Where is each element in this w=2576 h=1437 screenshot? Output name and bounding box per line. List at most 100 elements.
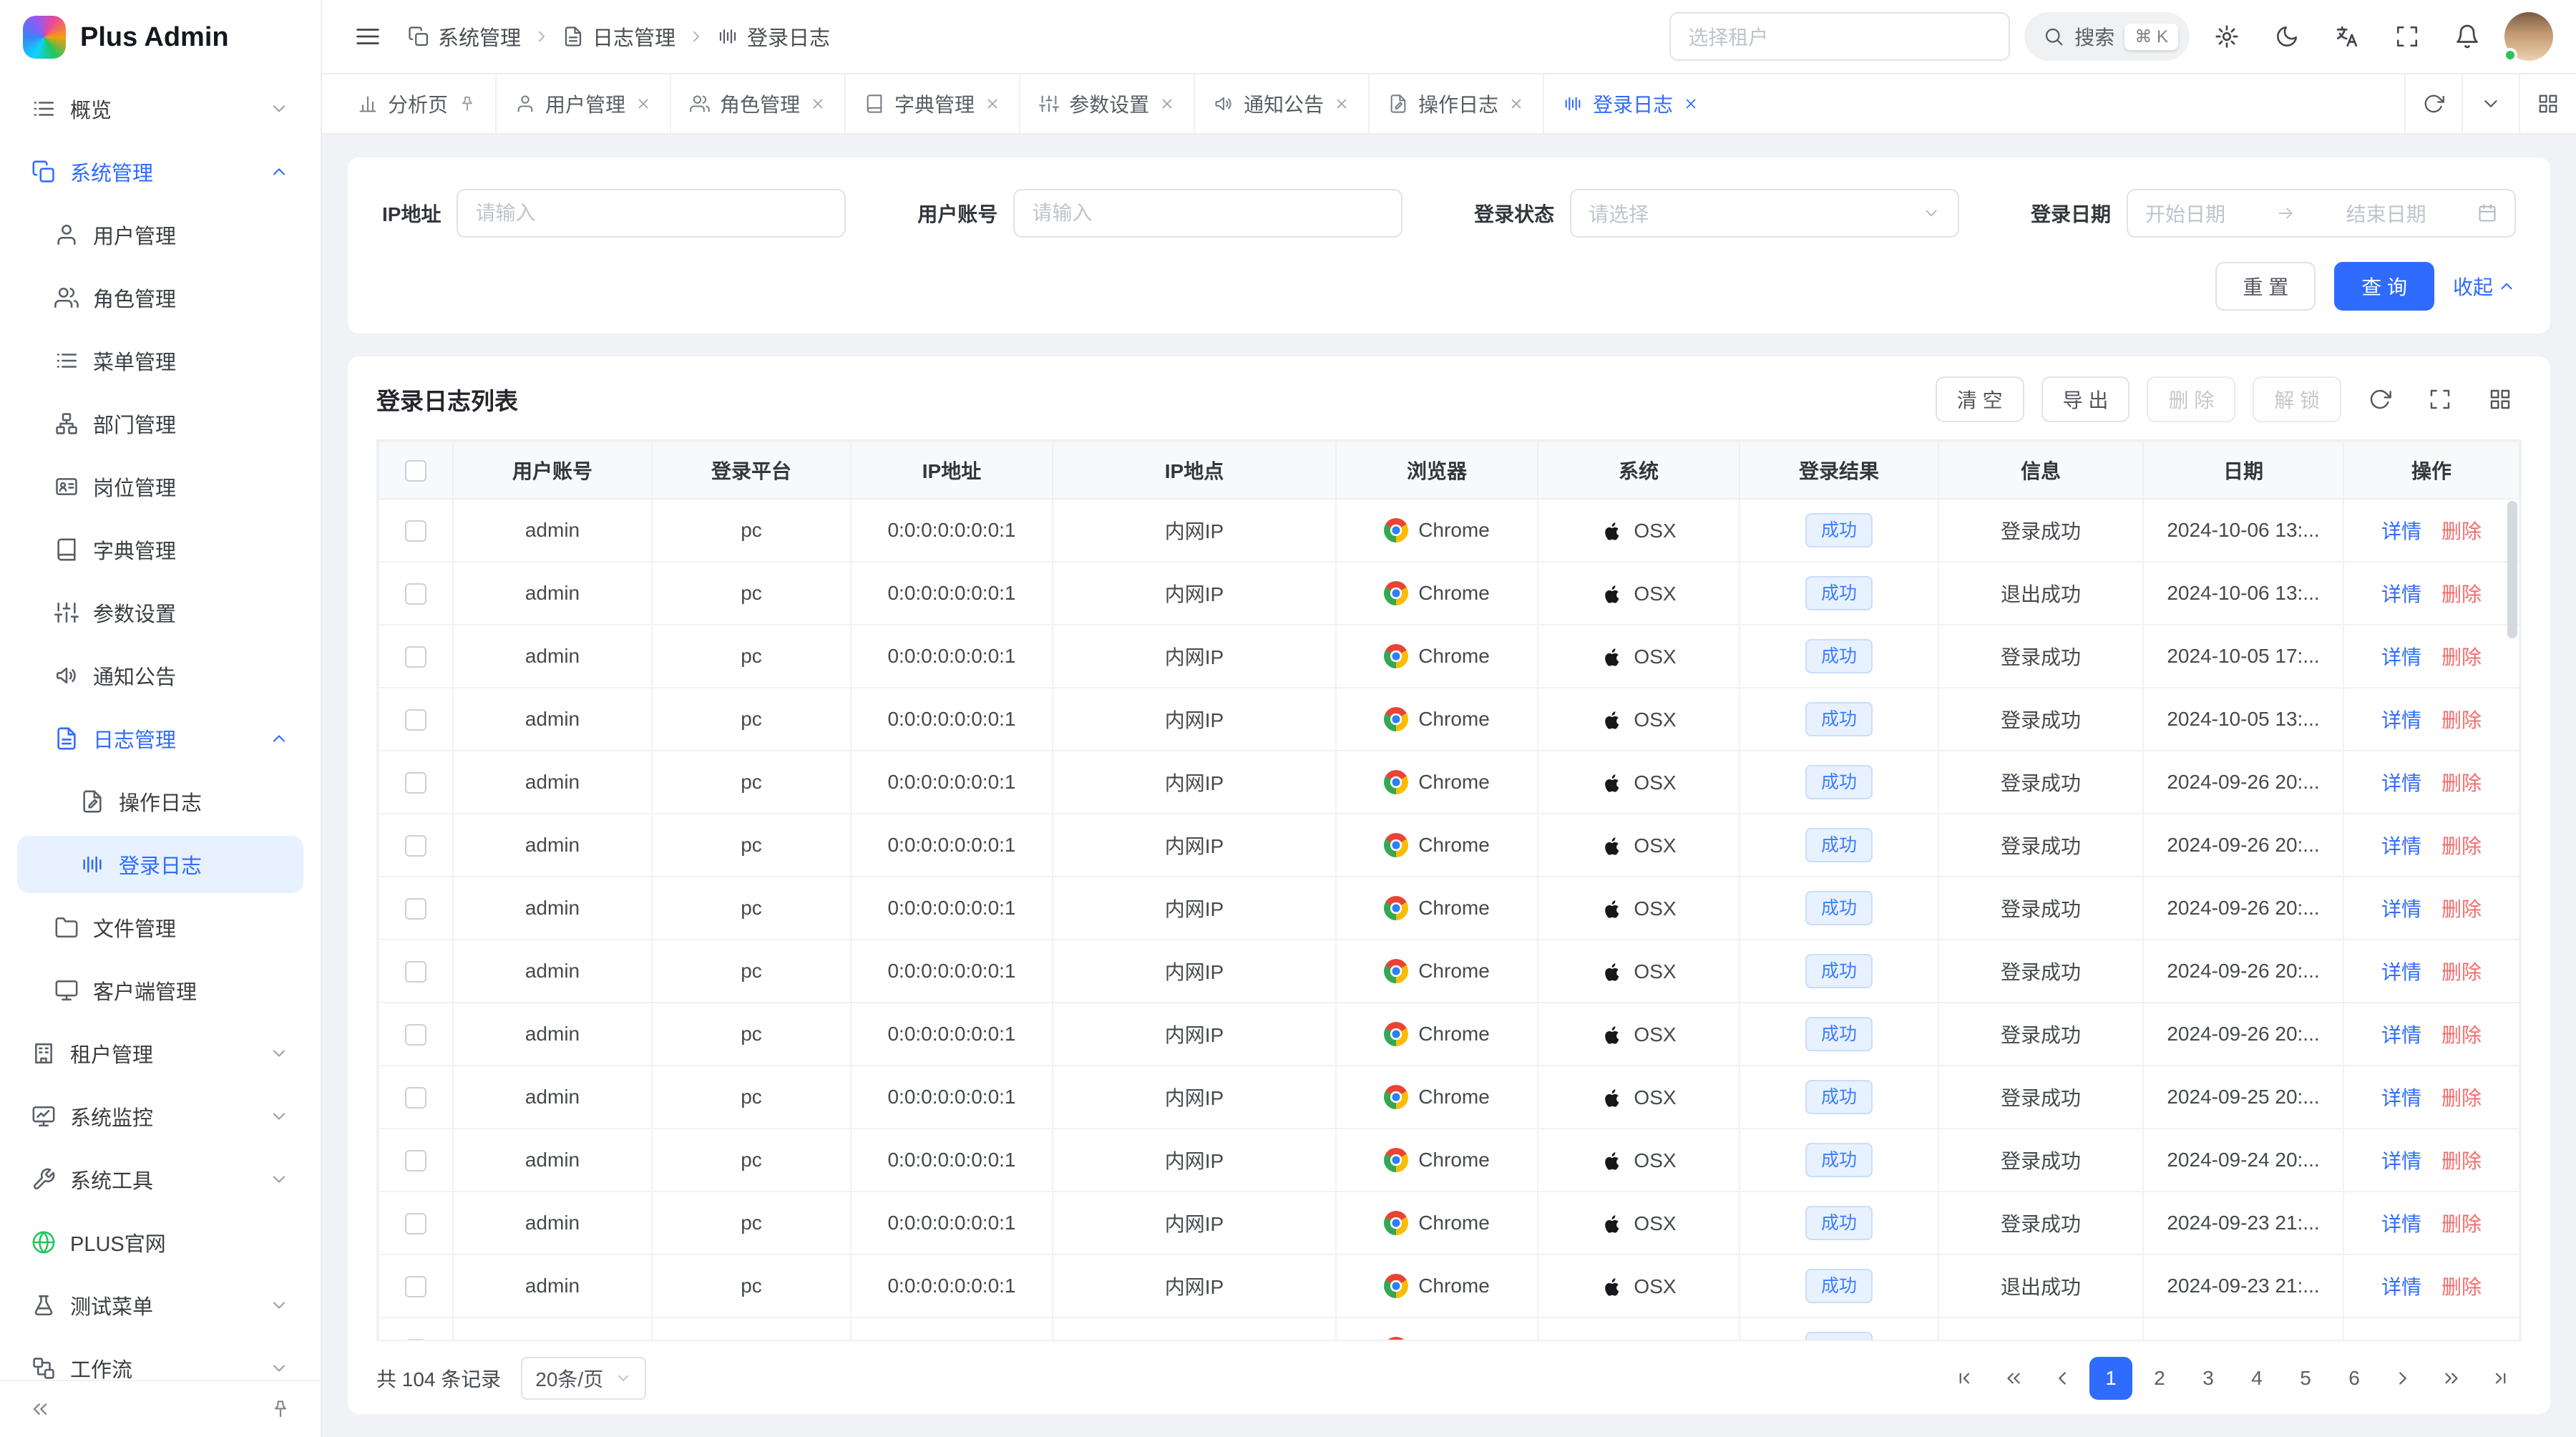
delete-link[interactable]: 删除	[2441, 1339, 2482, 1341]
detail-link[interactable]: 详情	[2381, 646, 2421, 668]
prev-page-button[interactable]	[2041, 1357, 2084, 1400]
sidebar-item-19[interactable]: 测试菜单	[17, 1277, 303, 1334]
delete-link[interactable]: 删除	[2441, 583, 2482, 605]
row-checkbox[interactable]	[405, 646, 426, 668]
query-button[interactable]: 查 询	[2334, 262, 2434, 311]
breadcrumb-item-1[interactable]: 日志管理	[562, 21, 675, 52]
sidebar-item-7[interactable]: 字典管理	[17, 521, 303, 578]
sidebar-item-4[interactable]: 菜单管理	[17, 332, 303, 389]
detail-link[interactable]: 详情	[2381, 772, 2421, 794]
sidebar-item-12[interactable]: 登录日志	[17, 836, 303, 893]
row-checkbox[interactable]	[405, 709, 426, 731]
detail-link[interactable]: 详情	[2381, 835, 2421, 857]
delete-link[interactable]: 删除	[2441, 1024, 2482, 1046]
tab-2[interactable]: 角色管理	[670, 74, 844, 133]
detail-link[interactable]: 详情	[2381, 1276, 2421, 1298]
sidebar-item-8[interactable]: 参数设置	[17, 584, 303, 641]
row-checkbox[interactable]	[405, 1276, 426, 1297]
status-filter-select[interactable]: 请选择	[1570, 189, 1959, 238]
layout-toggle-button[interactable]	[2519, 74, 2576, 133]
row-checkbox[interactable]	[405, 1150, 426, 1171]
sidebar-item-10[interactable]: 日志管理	[17, 710, 303, 767]
language-button[interactable]	[2324, 14, 2370, 59]
page-button-1[interactable]: 1	[2089, 1357, 2132, 1400]
detail-link[interactable]: 详情	[2381, 520, 2421, 542]
delete-link[interactable]: 删除	[2441, 709, 2482, 731]
tab-7[interactable]: 登录日志	[1543, 74, 1717, 133]
breadcrumb-item-0[interactable]: 系统管理	[408, 21, 521, 52]
sidebar-item-14[interactable]: 客户端管理	[17, 962, 303, 1019]
page-button-2[interactable]: 2	[2138, 1357, 2181, 1400]
detail-link[interactable]: 详情	[2381, 583, 2421, 605]
scrollbar-thumb[interactable]	[2507, 501, 2517, 638]
row-checkbox[interactable]	[405, 898, 426, 920]
user-avatar[interactable]	[2504, 12, 2553, 61]
tab-6[interactable]: 操作日志	[1368, 74, 1543, 133]
pin-sidebar-button[interactable]	[258, 1386, 303, 1432]
detail-link[interactable]: 详情	[2381, 1150, 2421, 1172]
delete-link[interactable]: 删除	[2441, 961, 2482, 983]
logo[interactable]: Plus Admin	[0, 0, 321, 74]
pin-icon[interactable]	[458, 94, 477, 113]
close-icon[interactable]	[635, 96, 651, 112]
select-all-checkbox[interactable]	[405, 460, 426, 482]
ip-filter-input[interactable]	[457, 189, 846, 238]
sidebar-item-17[interactable]: 系统工具	[17, 1151, 303, 1208]
column-settings-button[interactable]	[2479, 378, 2522, 421]
detail-link[interactable]: 详情	[2381, 1024, 2421, 1046]
page-button-3[interactable]: 3	[2187, 1357, 2230, 1400]
reset-button[interactable]: 重 置	[2215, 262, 2316, 311]
breadcrumb-item-2[interactable]: 登录日志	[717, 21, 830, 52]
detail-link[interactable]: 详情	[2381, 709, 2421, 731]
date-range-picker[interactable]: 开始日期 结束日期	[2127, 189, 2516, 238]
sidebar-item-13[interactable]: 文件管理	[17, 899, 303, 956]
row-checkbox[interactable]	[405, 1024, 426, 1046]
sidebar-item-11[interactable]: 操作日志	[17, 773, 303, 830]
close-icon[interactable]	[1683, 96, 1699, 112]
tab-1[interactable]: 用户管理	[495, 74, 670, 133]
close-icon[interactable]	[985, 96, 1000, 112]
row-checkbox[interactable]	[405, 520, 426, 542]
fullscreen-table-button[interactable]	[2419, 378, 2462, 421]
delete-link[interactable]: 删除	[2441, 1213, 2482, 1235]
page-button-6[interactable]: 6	[2333, 1357, 2376, 1400]
tab-0[interactable]: 分析页	[339, 74, 495, 133]
refresh-table-button[interactable]	[2358, 378, 2401, 421]
sidebar-item-15[interactable]: 租户管理	[17, 1025, 303, 1082]
settings-button[interactable]	[2204, 14, 2250, 59]
clear-button[interactable]: 清 空	[1936, 376, 2024, 422]
detail-link[interactable]: 详情	[2381, 898, 2421, 920]
row-checkbox[interactable]	[405, 583, 426, 605]
close-icon[interactable]	[1508, 96, 1524, 112]
last-page-button[interactable]	[2479, 1357, 2522, 1400]
account-filter-input[interactable]	[1013, 189, 1402, 238]
close-icon[interactable]	[1159, 96, 1175, 112]
sidebar-item-16[interactable]: 系统监控	[17, 1088, 303, 1145]
jump-forward-button[interactable]	[2430, 1357, 2473, 1400]
page-button-4[interactable]: 4	[2235, 1357, 2278, 1400]
notifications-button[interactable]	[2444, 14, 2490, 59]
close-icon[interactable]	[810, 96, 826, 112]
close-icon[interactable]	[1334, 96, 1350, 112]
fullscreen-button[interactable]	[2384, 14, 2430, 59]
table-scrollbar[interactable]	[2507, 501, 2517, 1334]
tab-4[interactable]: 参数设置	[1019, 74, 1194, 133]
delete-link[interactable]: 删除	[2441, 835, 2482, 857]
row-checkbox[interactable]	[405, 1213, 426, 1234]
export-button[interactable]: 导 出	[2041, 376, 2130, 422]
unlock-button[interactable]: 解 锁	[2253, 376, 2341, 422]
next-page-button[interactable]	[2381, 1357, 2424, 1400]
first-page-button[interactable]	[1943, 1357, 1986, 1400]
jump-back-button[interactable]	[1992, 1357, 2035, 1400]
delete-link[interactable]: 删除	[2441, 1150, 2482, 1172]
row-checkbox[interactable]	[405, 835, 426, 857]
detail-link[interactable]: 详情	[2381, 1339, 2421, 1341]
sidebar-item-6[interactable]: 岗位管理	[17, 458, 303, 515]
tab-5[interactable]: 通知公告	[1194, 74, 1368, 133]
delete-button[interactable]: 删 除	[2147, 376, 2235, 422]
row-checkbox[interactable]	[405, 1087, 426, 1109]
detail-link[interactable]: 详情	[2381, 1087, 2421, 1109]
tab-3[interactable]: 字典管理	[844, 74, 1019, 133]
detail-link[interactable]: 详情	[2381, 961, 2421, 983]
sidebar-item-5[interactable]: 部门管理	[17, 395, 303, 452]
